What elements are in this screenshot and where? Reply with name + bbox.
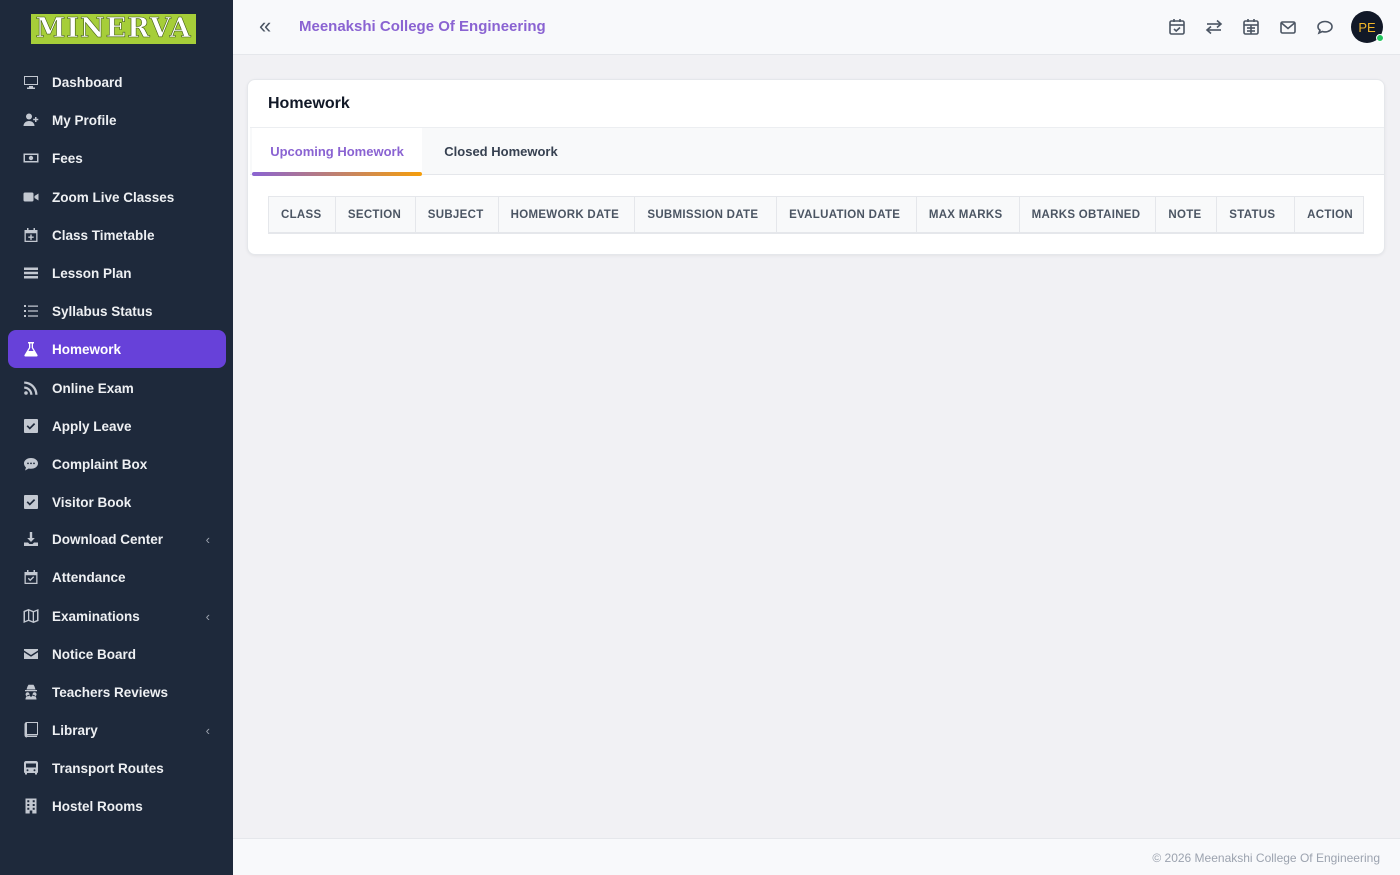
check-square-icon [22,494,39,510]
sidebar: MINERVA Dashboard My Profile Fees Zoom Live… [0,0,233,875]
minerva-logo[interactable]: MINERVA [31,13,196,44]
list-icon [22,265,39,281]
sidebar-item-label: Download Center [52,531,164,547]
column-header-submission-date[interactable]: SUBMISSION DATE [635,197,778,233]
sidebar-item-label: Examinations [52,608,140,624]
column-header-note[interactable]: NOTE [1156,197,1218,233]
sidebar-item-attendance[interactable]: Attendance [8,558,226,596]
envelope-icon [22,646,39,662]
sidebar-item-syllabus-status[interactable]: Syllabus Status [8,292,226,330]
sidebar-item-examinations[interactable]: Examinations ‹ [8,597,226,635]
bus-icon [22,760,39,776]
sidebar-item-label: Online Exam [52,380,134,396]
video-icon [22,189,39,205]
sidebar-item-lesson-plan[interactable]: Lesson Plan [8,254,226,292]
sidebar-item-homework[interactable]: Homework [8,330,226,368]
sidebar-item-label: Fees [52,150,83,166]
exchange-icon[interactable] [1205,18,1223,36]
envelope-icon[interactable] [1279,18,1297,36]
column-header-evaluation-date[interactable]: EVALUATION DATE [777,197,917,233]
avatar-initials: PE [1358,19,1376,35]
sidebar-item-label: My Profile [52,112,117,128]
book-icon [22,722,39,738]
online-status-dot [1376,34,1384,42]
homework-card: Homework Upcoming Homework Closed Homewo… [247,79,1385,255]
sidebar-item-zoom-live-classes[interactable]: Zoom Live Classes [8,178,226,216]
chevron-left-icon: ‹ [205,531,210,547]
monitor-icon [22,74,39,90]
user-secret-icon [22,684,39,700]
tab-closed-homework[interactable]: Closed Homework [426,128,576,175]
sidebar-item-dashboard[interactable]: Dashboard [8,63,226,101]
sidebar-item-label: Homework [52,341,122,357]
calendar-check-icon[interactable] [1168,18,1186,36]
chat-bubble-icon[interactable] [1316,18,1334,36]
sidebar-item-online-exam[interactable]: Online Exam [8,369,226,407]
sidebar-item-fees[interactable]: Fees [8,139,226,177]
chevron-left-icon: ‹ [205,722,210,738]
sidebar-item-label: Lesson Plan [52,265,132,281]
logo-text: MINERVA [35,13,192,44]
sidebar-item-teachers-reviews[interactable]: Teachers Reviews [8,673,226,711]
page-title: Homework [268,95,350,112]
flask-icon [22,341,39,357]
sidebar-item-library[interactable]: Library ‹ [8,711,226,749]
sidebar-item-label: Library [52,722,98,738]
calendar-check-icon [22,569,39,585]
sidebar-item-my-profile[interactable]: My Profile [8,101,226,139]
sidebar-item-label: Syllabus Status [52,303,153,319]
sidebar-item-label: Complaint Box [52,456,148,472]
homework-table-header: CLASS SECTION SUBJECT HOMEWORK DATE SUBMISSI… [268,196,1364,234]
check-square-icon [22,418,39,434]
sidebar-item-label: Zoom Live Classes [52,189,175,205]
sidebar-item-label: Hostel Rooms [52,798,143,814]
sidebar-item-class-timetable[interactable]: Class Timetable [8,216,226,254]
sidebar-item-notice-board[interactable]: Notice Board [8,635,226,673]
calendar-icon[interactable] [1242,18,1260,36]
map-icon [22,608,39,624]
user-plus-icon [22,112,39,128]
college-title: Meenakshi College Of Engineering [299,18,546,35]
list-ol-icon [22,303,39,319]
sidebar-item-label: Transport Routes [52,760,164,776]
sidebar-item-label: Class Timetable [52,227,155,243]
footer: © 2026 Meenakshi College Of Engineering [233,838,1400,875]
column-header-class[interactable]: CLASS [269,197,336,233]
collapse-sidebar-icon[interactable]: « [259,15,279,38]
topbar: « Meenakshi College Of Engineering PE [233,0,1400,55]
sidebar-item-label: Dashboard [52,74,123,90]
sidebar-item-visitor-book[interactable]: Visitor Book [8,483,226,521]
user-avatar[interactable]: PE [1351,11,1384,43]
column-header-section[interactable]: SECTION [336,197,416,233]
sidebar-item-label: Notice Board [52,646,137,662]
column-header-max-marks[interactable]: MAX MARKS [917,197,1020,233]
copyright-text: © 2026 Meenakshi College Of Engineering [1152,851,1380,865]
rss-icon [22,380,39,396]
sidebar-item-apply-leave[interactable]: Apply Leave [8,407,226,445]
column-header-marks-obtained[interactable]: MARKS OBTAINED [1020,197,1157,233]
building-icon [22,798,39,814]
sidebar-item-label: Visitor Book [52,494,132,510]
column-header-action[interactable]: ACTION [1295,197,1363,233]
chevron-left-icon: ‹ [205,608,210,624]
sidebar-item-label: Teachers Reviews [52,684,169,700]
sidebar-item-complaint-box[interactable]: Complaint Box [8,445,226,483]
comment-icon [22,456,39,472]
sidebar-item-label: Apply Leave [52,418,132,434]
column-header-status[interactable]: STATUS [1217,197,1296,233]
sidebar-item-transport-routes[interactable]: Transport Routes [8,749,226,787]
money-icon [22,150,39,166]
column-header-subject[interactable]: SUBJECT [416,197,499,233]
download-icon [22,531,39,547]
calendar-plus-icon [22,227,39,243]
sidebar-item-label: Attendance [52,569,126,585]
sidebar-item-download-center[interactable]: Download Center ‹ [8,520,226,558]
sidebar-item-hostel-rooms[interactable]: Hostel Rooms [8,787,226,825]
homework-tabs: Upcoming Homework Closed Homework [250,127,1384,176]
column-header-homework-date[interactable]: HOMEWORK DATE [499,197,636,233]
tab-upcoming-homework[interactable]: Upcoming Homework [252,128,422,176]
